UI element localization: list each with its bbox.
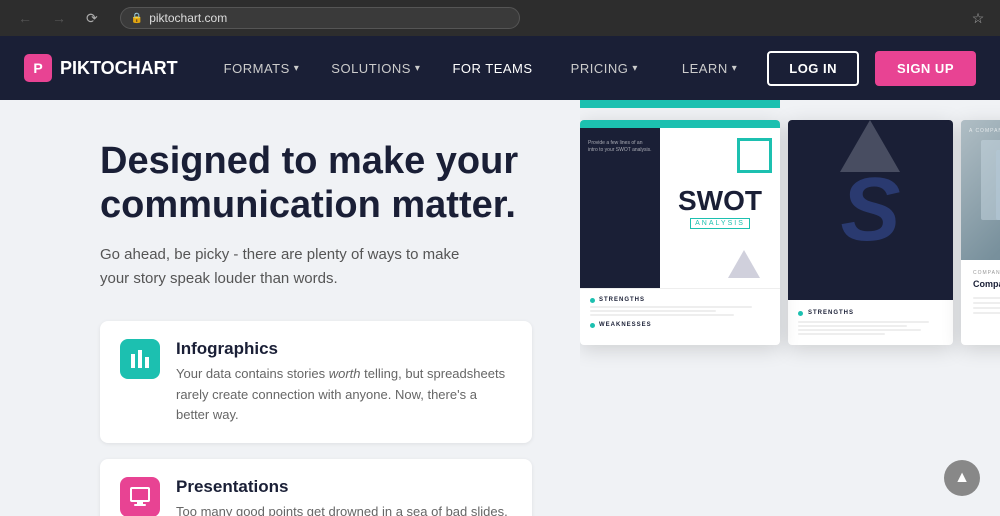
swot-header [580,120,780,128]
feature-card-infographics[interactable]: Infographics Your data contains stories … [100,321,532,442]
bookmark-icon: ☆ [968,8,988,28]
nav-right: PRICING ▾ LEARN ▾ LOG IN SIGN UP [557,51,976,86]
overview-building-image [961,120,1000,260]
overview-desc-line [973,302,1000,304]
swot-weaknesses-section: WEAKNESSES [590,322,770,328]
swot-strengths-section: STRENGTHS [590,297,770,316]
logo-letter: P [33,60,42,76]
nav-links: FORMATS ▾ SOLUTIONS ▾ FOR TEAMS [210,53,557,84]
infographics-text: Infographics Your data contains stories … [176,339,512,424]
swot-dot-2 [590,323,595,328]
overview-desc-line [973,297,1000,299]
right-panel: Provide a few lines of an intro to your … [580,100,1000,516]
infographics-title: Infographics [176,339,512,359]
solutions-caret: ▾ [415,63,421,74]
swot-subtitle: ANALYSIS [690,218,750,229]
nav-item-solutions[interactable]: SOLUTIONS ▾ [317,53,434,84]
logo-text: PIKTOCHART [60,58,178,79]
s-lines [798,321,943,335]
url-text: piktochart.com [149,11,227,25]
s-line [798,333,885,335]
s-line [798,329,921,331]
overview-company-name: Company Vision [973,279,1000,289]
overview-desc-line [973,312,1000,314]
swot-title: SWOT [678,187,762,215]
s-line [798,321,929,323]
formats-caret: ▾ [294,63,300,74]
reload-button[interactable]: ⟳ [80,8,104,29]
login-button[interactable]: LOG IN [767,51,859,86]
address-bar[interactable]: 🔒 piktochart.com [120,7,520,29]
overview-logo-placeholder: A COMPANY LOGO [969,128,1000,134]
swot-weaknesses-title: WEAKNESSES [590,322,770,328]
s-letter: S [840,165,900,255]
presentations-title: Presentations [176,477,512,497]
navbar: P PIKTOCHART FORMATS ▾ SOLUTIONS ▾ FOR T… [0,36,1000,100]
s-line [798,325,907,327]
back-button[interactable]: ← [12,8,38,28]
overview-card: A COMPANY LOGO OVERVIEW OF THE YEAR AHEA… [961,120,1000,345]
swot-square-outline [737,138,772,173]
swot-strengths-title: STRENGTHS [590,297,770,303]
swot-lines [590,306,770,316]
lock-icon: 🔒 [131,13,143,24]
presentations-desc: Too many good points get drowned in a se… [176,502,512,516]
swot-top: Provide a few lines of an intro to your … [580,128,780,288]
learn-caret: ▾ [732,63,738,74]
swot-line [590,306,752,308]
page-subheadline: Go ahead, be picky - there are plenty of… [100,243,460,291]
preview-container: Provide a few lines of an intro to your … [580,120,1000,345]
browser-icons-group: ☆ [968,8,988,28]
main-content: Designed to make your communication matt… [0,100,1000,516]
triangle-watermark [840,120,900,172]
presentations-icon [120,477,160,516]
s-card-bottom: STRENGTHS [788,300,953,345]
nav-item-for-teams[interactable]: FOR TEAMS [438,53,546,84]
logo-icon: P [24,54,52,82]
s-dot [798,311,803,316]
page-headline: Designed to make your communication matt… [100,140,532,227]
swot-line [590,310,716,312]
swot-bottom: STRENGTHS WEAKNESSES [580,288,780,342]
swot-left-col: Provide a few lines of an intro to your … [580,128,660,288]
overview-desc-line [973,307,1000,309]
swot-small-text: Provide a few lines of an intro to your … [588,140,652,154]
infographics-desc: Your data contains stories worth telling… [176,364,512,424]
nav-item-formats[interactable]: FORMATS ▾ [210,53,314,84]
overview-bottom: COMPANY Company Vision [961,260,1000,324]
nav-item-pricing[interactable]: PRICING ▾ [557,53,652,84]
presentations-text: Presentations Too many good points get d… [176,477,512,516]
scroll-to-top-button[interactable]: ▲ [944,460,980,496]
infographics-icon [120,339,160,379]
nav-item-learn[interactable]: LEARN ▾ [668,53,751,84]
forward-button[interactable]: → [46,8,72,28]
overview-desc-lines [973,297,1000,314]
browser-chrome: ← → ⟳ 🔒 piktochart.com ☆ [0,0,1000,36]
s-section-title: STRENGTHS [808,310,854,316]
overview-top: A COMPANY LOGO OVERVIEW OF THE YEAR AHEA… [961,120,1000,260]
swot-right-col: SWOT ANALYSIS [660,128,780,288]
swot-line [590,314,734,316]
logo[interactable]: P PIKTOCHART [24,54,178,82]
pricing-caret: ▾ [632,63,638,74]
left-panel: Designed to make your communication matt… [0,100,580,516]
s-strengths-section: STRENGTHS [798,310,943,316]
signup-button[interactable]: SIGN UP [875,51,976,86]
swot-card: Provide a few lines of an intro to your … [580,120,780,345]
feature-card-presentations[interactable]: Presentations Too many good points get d… [100,459,532,516]
overview-company-label: COMPANY [973,270,1000,276]
swot-triangle-small [728,250,760,278]
swot-dot [590,298,595,303]
